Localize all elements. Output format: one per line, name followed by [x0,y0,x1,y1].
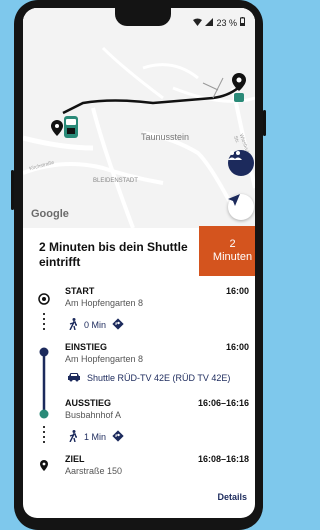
walk-leg-1: 0 Min [69,318,124,332]
start-address: Am Hopfengarten 8 [65,298,144,308]
volume-button [11,170,14,210]
status-bar: 23 % [193,17,245,28]
walk-duration: 1 Min [84,432,107,442]
walk-icon [69,318,78,332]
directions-icon[interactable] [112,430,124,444]
walk-icon [69,430,78,444]
ziel-time: 16:08–16:18 [197,454,249,464]
start-label: START [65,286,95,296]
walk-duration: 0 Min [84,320,107,330]
walk-leg-2: 1 Min [69,430,124,444]
ausstieg-time: 16:06–16:16 [197,398,249,408]
battery-percent: 23 % [216,17,237,28]
start-time: 16:00 [225,286,249,296]
battery-icon [240,17,245,28]
camera-notch [115,8,171,26]
trip-timeline: START Am Hopfengarten 8 16:00 0 Min EINS… [23,8,255,518]
car-icon [67,372,81,384]
directions-icon[interactable] [112,318,124,332]
walk-connector [43,313,45,333]
power-button [263,110,266,136]
ziel-address: Aarstraße 150 [65,466,123,476]
einstieg-time: 16:00 [225,342,249,352]
ausstieg-address: Busbahnhof A [65,410,122,420]
ziel-label: ZIEL [65,454,85,464]
ausstieg-label: AUSSTIEG [65,398,112,408]
wifi-icon [193,18,203,28]
einstieg-address: Am Hopfengarten 8 [65,354,144,364]
einstieg-label: EINSTIEG [65,342,108,352]
signal-icon [205,17,214,28]
app-screen: 23 % Taunusstein BLEIDENSTADT Kirchstraß… [23,8,255,518]
shuttle-leg: Shuttle RÜD-TV 42E (RÜD TV 42E) [67,372,230,384]
shuttle-label: Shuttle RÜD-TV 42E (RÜD TV 42E) [87,373,231,383]
details-link[interactable]: Details [217,492,247,502]
walk-connector [43,426,45,446]
